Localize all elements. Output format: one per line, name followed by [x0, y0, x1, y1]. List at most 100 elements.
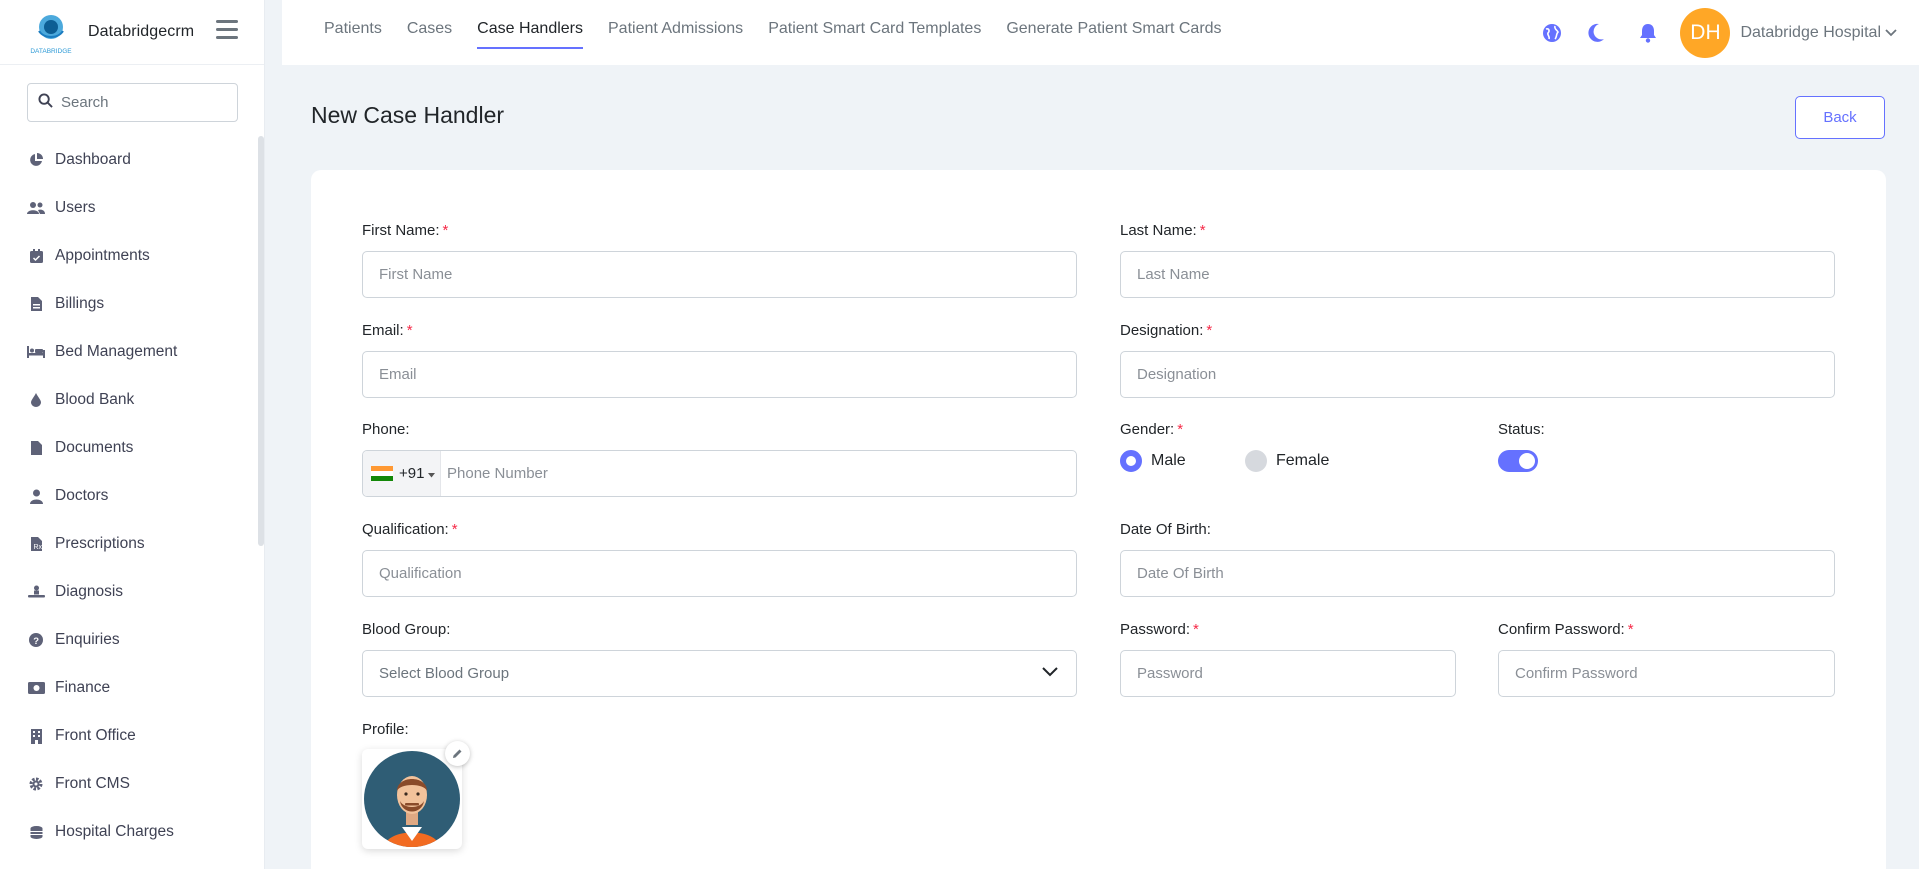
toggle-knob: [1519, 453, 1535, 469]
gender-radio-male[interactable]: Male: [1120, 450, 1186, 472]
radio-unchecked: [1245, 450, 1267, 472]
sidebar-item-finance[interactable]: Finance: [0, 664, 258, 712]
sidebar-item-diagnosis[interactable]: Diagnosis: [0, 568, 258, 616]
first-name-label: First Name: *: [362, 222, 449, 239]
tab-patients[interactable]: Patients: [324, 0, 382, 49]
topbar: Patients Cases Case Handlers Patient Adm…: [282, 0, 1919, 65]
avatar-illustration: [364, 751, 460, 847]
blood-group-value: Select Blood Group: [379, 665, 510, 682]
sidebar-item-documents[interactable]: Documents: [0, 424, 258, 472]
country-code-select[interactable]: +91: [363, 451, 441, 496]
money-icon: [26, 679, 46, 697]
doctor-icon: [26, 487, 46, 505]
sidebar-item-doctors[interactable]: Doctors: [0, 472, 258, 520]
sidebar-search[interactable]: [27, 83, 238, 122]
first-name-field[interactable]: [362, 251, 1077, 298]
password-field[interactable]: [1120, 650, 1456, 697]
prescription-icon: Rx: [26, 535, 46, 553]
pie-chart-icon: [26, 151, 46, 169]
moon-icon[interactable]: [1584, 21, 1608, 45]
user-menu[interactable]: Databridge Hospital: [1740, 24, 1897, 42]
profile-image[interactable]: [362, 749, 462, 849]
profile-label: Profile:: [362, 721, 409, 738]
users-icon: [26, 199, 46, 217]
phone-label: Phone:: [362, 421, 410, 438]
dob-label: Date Of Birth:: [1120, 521, 1211, 538]
email-field[interactable]: [362, 351, 1077, 398]
user-name: Databridge Hospital: [1740, 23, 1881, 41]
confirm-password-field[interactable]: [1498, 650, 1835, 697]
svg-text:DATABRIDGE: DATABRIDGE: [30, 48, 72, 55]
qualification-label: Qualification: *: [362, 521, 458, 538]
last-name-field[interactable]: [1120, 251, 1835, 298]
sidebar-item-front-cms[interactable]: Front CMS: [0, 760, 258, 808]
coins-icon: [26, 823, 46, 841]
bed-icon: [26, 343, 46, 361]
sidebar-item-appointments[interactable]: Appointments: [0, 232, 258, 280]
sidebar-item-dashboard[interactable]: Dashboard: [0, 136, 258, 184]
building-icon: [26, 727, 46, 745]
search-input[interactable]: [61, 94, 221, 111]
gear-icon: [26, 775, 46, 793]
sidebar-item-hospital-charges[interactable]: Hospital Charges: [0, 808, 258, 856]
sidebar-item-enquiries[interactable]: ? Enquiries: [0, 616, 258, 664]
blood-group-select[interactable]: Select Blood Group: [362, 650, 1077, 697]
chevron-down-icon: [1042, 667, 1058, 677]
tab-generate-patient-smart-cards[interactable]: Generate Patient Smart Cards: [1006, 0, 1221, 49]
sidebar-item-blood-bank[interactable]: Blood Bank: [0, 376, 258, 424]
sidebar: DATABRIDGE Databridgecrm Dashboard Users…: [0, 0, 265, 869]
confirm-password-label: Confirm Password: *: [1498, 621, 1634, 638]
designation-label: Designation: *: [1120, 322, 1213, 339]
dial-code: +91: [399, 465, 425, 482]
page-title: New Case Handler: [311, 102, 505, 128]
sidebar-item-prescriptions[interactable]: Rx Prescriptions: [0, 520, 258, 568]
sidebar-item-bed-management[interactable]: Bed Management: [0, 328, 258, 376]
qualification-field[interactable]: [362, 550, 1077, 597]
file-icon: [26, 439, 46, 457]
question-circle-icon: ?: [26, 631, 46, 649]
dob-field[interactable]: [1120, 550, 1835, 597]
bell-icon[interactable]: [1636, 21, 1660, 45]
chevron-down-icon: [1881, 24, 1897, 42]
back-button[interactable]: Back: [1795, 96, 1885, 139]
sidebar-scrollbar[interactable]: [258, 136, 264, 546]
tab-patient-admissions[interactable]: Patient Admissions: [608, 0, 743, 49]
brand-name: Databridgecrm: [88, 23, 195, 40]
password-label: Password: *: [1120, 621, 1199, 638]
globe-icon[interactable]: [1540, 21, 1564, 45]
blood-drop-icon: [26, 391, 46, 409]
email-label: Email: *: [362, 322, 413, 339]
phone-field-group: +91: [362, 450, 1077, 497]
diagnosis-icon: [26, 583, 46, 601]
brand-logo[interactable]: DATABRIDGE: [24, 9, 78, 55]
sidebar-item-billings[interactable]: Billings: [0, 280, 258, 328]
status-toggle[interactable]: [1498, 450, 1538, 472]
phone-input[interactable]: [441, 465, 1041, 482]
pencil-icon: [453, 749, 462, 758]
calendar-check-icon: [26, 247, 46, 265]
menu-toggle-icon[interactable]: [216, 20, 238, 40]
last-name-label: Last Name: *: [1120, 222, 1206, 239]
topbar-tabs: Patients Cases Case Handlers Patient Adm…: [324, 0, 1247, 65]
blood-group-label: Blood Group:: [362, 621, 451, 638]
svg-text:Rx: Rx: [33, 544, 42, 551]
edit-profile-button[interactable]: [445, 741, 470, 766]
designation-field[interactable]: [1120, 351, 1835, 398]
india-flag-icon: [371, 466, 393, 481]
caret-down-icon: [428, 465, 436, 483]
tab-patient-smart-card-templates[interactable]: Patient Smart Card Templates: [768, 0, 981, 49]
svg-text:?: ?: [33, 636, 39, 647]
gender-radio-female[interactable]: Female: [1245, 450, 1329, 472]
topbar-actions: DH Databridge Hospital: [1520, 0, 1897, 65]
gender-label: Gender: *: [1120, 421, 1184, 438]
tab-cases[interactable]: Cases: [407, 0, 452, 49]
search-icon: [38, 92, 53, 113]
avatar[interactable]: DH: [1680, 7, 1731, 58]
radio-checked: [1120, 450, 1142, 472]
tab-case-handlers[interactable]: Case Handlers: [477, 0, 583, 49]
sidebar-nav: Dashboard Users Appointments Billings Be…: [0, 136, 258, 856]
status-label: Status:: [1498, 421, 1545, 438]
sidebar-item-users[interactable]: Users: [0, 184, 258, 232]
invoice-icon: [26, 295, 46, 313]
sidebar-item-front-office[interactable]: Front Office: [0, 712, 258, 760]
